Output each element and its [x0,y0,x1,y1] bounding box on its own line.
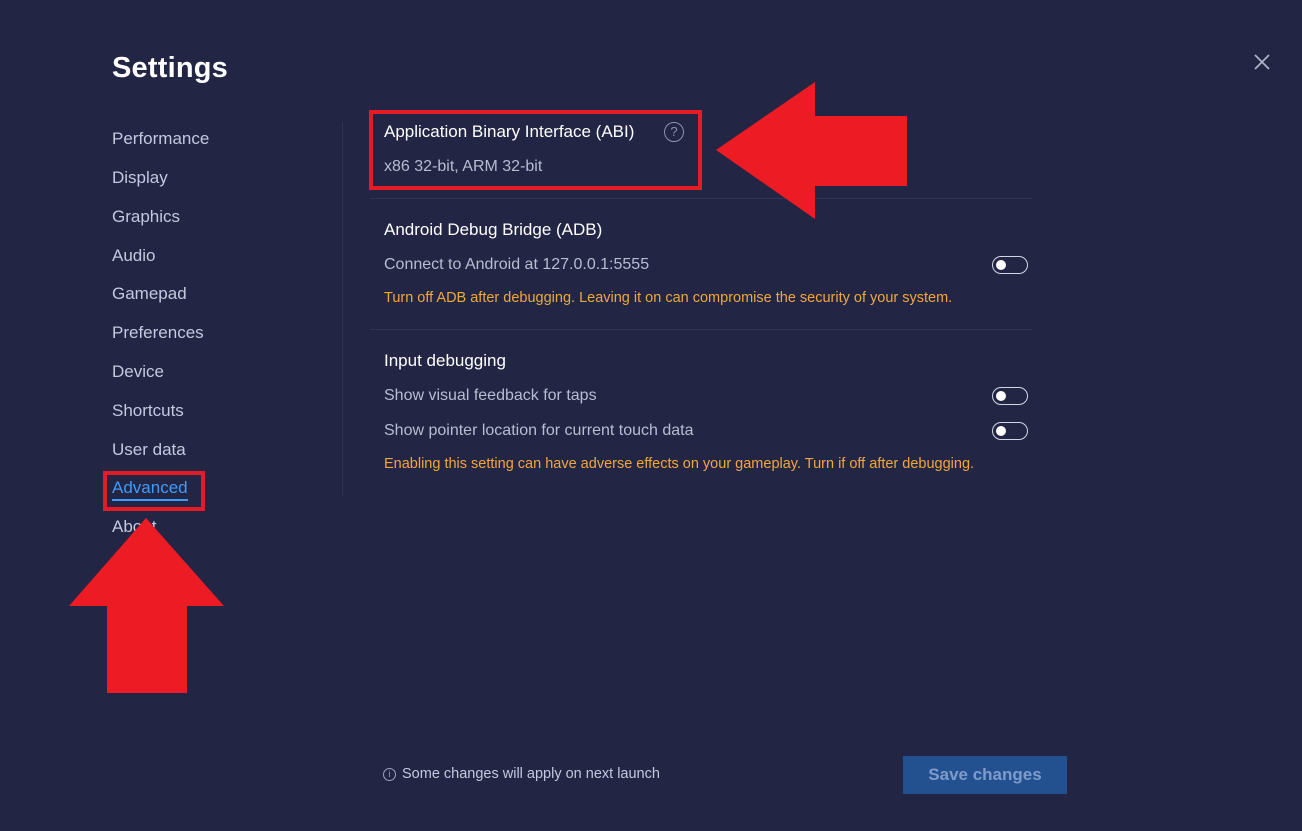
adb-warning: Turn off ADB after debugging. Leaving it… [384,290,953,306]
toggle-knob [996,259,1006,270]
pointer-location-label: Show pointer location for current touch … [384,422,694,439]
pointer-location-toggle[interactable] [992,422,1028,440]
taps-feedback-label: Show visual feedback for taps [384,387,597,404]
toggle-knob [996,425,1006,436]
sidebar-item-performance[interactable]: Performance [112,129,209,149]
advanced-highlight-box [103,471,205,511]
sidebar-item-graphics[interactable]: Graphics [112,207,180,227]
input-debugging-title: Input debugging [384,351,506,370]
adb-toggle[interactable] [992,256,1028,274]
close-icon[interactable] [1250,50,1274,74]
sidebar-item-audio[interactable]: Audio [112,246,155,266]
save-button[interactable]: Save changes [903,756,1067,794]
input-debugging-warning: Enabling this setting can have adverse e… [384,456,975,472]
sidebar-item-display[interactable]: Display [112,168,168,188]
sidebar-item-gamepad[interactable]: Gamepad [112,284,187,304]
adb-connect-label: Connect to Android at 127.0.0.1:5555 [384,256,650,273]
toggle-knob [996,390,1006,401]
page-title: Settings [112,52,228,84]
sidebar-item-about[interactable]: About [112,517,156,537]
info-icon: i [383,768,396,781]
section-divider [370,198,1032,199]
sidebar-item-shortcuts[interactable]: Shortcuts [112,401,184,421]
sidebar-item-user-data[interactable]: User data [112,440,186,460]
adb-section-title: Android Debug Bridge (ADB) [384,220,603,239]
abi-highlight-box [369,110,702,190]
close-button[interactable] [1250,50,1274,74]
footer-note-text: Some changes will apply on next launch [402,766,660,782]
sidebar-divider [342,122,343,496]
taps-feedback-toggle[interactable] [992,387,1028,405]
sidebar-item-preferences[interactable]: Preferences [112,323,204,343]
sidebar-item-device[interactable]: Device [112,362,164,382]
section-divider [370,329,1032,330]
up-arrow-annotation [69,518,224,693]
footer-note: i Some changes will apply on next launch [383,766,660,782]
